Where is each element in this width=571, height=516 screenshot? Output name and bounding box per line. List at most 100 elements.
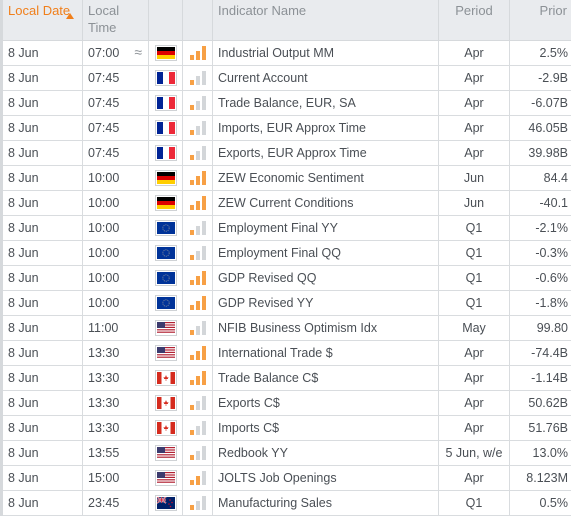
table-row[interactable]: 8 Jun 10:00 ZEW Current Conditions Jun -… [2,190,571,215]
column-header-indicator-name[interactable]: Indicator Name [213,0,439,40]
table-row[interactable]: 8 Jun 11:00 NFIB Business Optimism Idx M… [2,315,571,340]
flag-eu-icon [155,245,177,261]
impact-bar [196,401,200,410]
indicator-name-text[interactable]: International Trade $ [218,346,333,360]
indicator-name-text[interactable]: JOLTS Job Openings [218,471,337,485]
impact-bar [190,505,194,510]
indicator-name-text[interactable]: Current Account [218,71,308,85]
impact-cell [183,465,213,490]
table-row[interactable]: 8 Jun 10:00 GDP Revised QQ Q1 -0.6% [2,265,571,290]
approximate-time-icon: ≈ [134,44,142,60]
table-row[interactable]: 8 Jun 10:00 ZEW Economic Sentiment Jun 8… [2,165,571,190]
indicator-name-cell: Trade Balance, EUR, SA [213,90,439,115]
table-row[interactable]: 8 Jun 15:00 JOLTS Job Openings Apr 8.123… [2,465,571,490]
indicator-name-text[interactable]: ZEW Economic Sentiment [218,171,364,185]
period-text: Apr [464,371,483,385]
impact-bar [190,330,194,335]
indicator-name-text[interactable]: Trade Balance, EUR, SA [218,96,356,110]
time-text: 13:30 [88,421,119,435]
prior-cell: -2.9B [510,65,571,90]
impact-bar [190,280,194,285]
indicator-name-text[interactable]: GDP Revised YY [218,296,313,310]
time-text: 23:45 [88,496,119,510]
impact-bar [202,371,206,385]
indicator-name-text[interactable]: Exports, EUR Approx Time [218,146,367,160]
time-cell: 10:00 [83,165,149,190]
time-text: 10:00 [88,171,119,185]
flag-de-icon [155,195,177,211]
prior-cell: 0.5% [510,490,571,515]
column-header-local-date[interactable]: Local Date [2,0,83,40]
indicator-name-text[interactable]: GDP Revised QQ [218,271,316,285]
impact-cell [183,40,213,65]
prior-value-text: 39.98B [528,146,568,160]
impact-bars-icon [190,371,206,385]
prior-value-text: -0.6% [535,271,568,285]
time-text: 07:00 [88,46,119,60]
table-row[interactable]: 8 Jun 13:55 Redbook YY 5 Jun, w/e 13.0% [2,440,571,465]
impact-bar [202,221,206,235]
impact-bar [202,196,206,210]
date-cell: 8 Jun [2,365,83,390]
indicator-name-text[interactable]: Imports C$ [218,421,279,435]
table-row[interactable]: 8 Jun 13:30 Imports C$ Apr 51.76B [2,415,571,440]
time-cell: 10:00 [83,240,149,265]
prior-cell: -0.6% [510,265,571,290]
impact-bar [190,405,194,410]
column-header-impact[interactable] [183,0,213,40]
date-text: 8 Jun [8,296,39,310]
column-header-period[interactable]: Period [439,0,510,40]
prior-value-text: -1.8% [535,296,568,310]
time-text: 07:45 [88,71,119,85]
table-row[interactable]: 8 Jun 13:30 Exports C$ Apr 50.62B [2,390,571,415]
period-cell: 5 Jun, w/e [439,440,510,465]
date-cell: 8 Jun [2,115,83,140]
period-cell: May [439,315,510,340]
table-row[interactable]: 8 Jun 07:45 Current Account Apr -2.9B [2,65,571,90]
impact-bar [202,396,206,410]
impact-cell [183,165,213,190]
table-row[interactable]: 8 Jun 07:45 Imports, EUR Approx Time Apr… [2,115,571,140]
indicator-name-text[interactable]: Imports, EUR Approx Time [218,121,366,135]
indicator-name-text[interactable]: Employment Final YY [218,221,338,235]
date-cell: 8 Jun [2,215,83,240]
table-row[interactable]: 8 Jun 10:00 GDP Revised YY Q1 -1.8% [2,290,571,315]
indicator-name-text[interactable]: Exports C$ [218,396,280,410]
impact-bars-icon [190,421,206,435]
indicator-name-text[interactable]: NFIB Business Optimism Idx [218,321,377,335]
table-row[interactable]: 8 Jun 13:30 Trade Balance C$ Apr -1.14B [2,365,571,390]
impact-bar [190,380,194,385]
prior-cell: 50.62B [510,390,571,415]
table-row[interactable]: 8 Jun 07:45 Trade Balance, EUR, SA Apr -… [2,90,571,115]
table-row[interactable]: 8 Jun 13:30 International Trade $ Apr -7… [2,340,571,365]
table-row[interactable]: 8 Jun 07:45 Exports, EUR Approx Time Apr… [2,140,571,165]
period-text: Q1 [466,296,483,310]
column-header-label: Prior [540,3,567,18]
indicator-name-text[interactable]: Industrial Output MM [218,46,334,60]
table-row[interactable]: 8 Jun 10:00 Employment Final YY Q1 -2.1% [2,215,571,240]
column-header-country[interactable] [149,0,183,40]
impact-bar [196,301,200,310]
impact-bar [202,246,206,260]
indicator-name-text[interactable]: ZEW Current Conditions [218,196,353,210]
period-text: Q1 [466,221,483,235]
indicator-name-text[interactable]: Manufacturing Sales [218,496,332,510]
table-row[interactable]: 8 Jun 07:00≈ Industrial Output MM Apr 2.… [2,40,571,65]
period-text: Apr [464,346,483,360]
indicator-name-text[interactable]: Trade Balance C$ [218,371,318,385]
date-text: 8 Jun [8,421,39,435]
time-text: 07:45 [88,96,119,110]
impact-bar [196,126,200,135]
table-row[interactable]: 8 Jun 10:00 Employment Final QQ Q1 -0.3% [2,240,571,265]
impact-bar [196,176,200,185]
indicator-name-cell: Trade Balance C$ [213,365,439,390]
table-row[interactable]: 8 Jun 23:45 Manufacturing Sales Q1 0.5% [2,490,571,515]
column-header-prior[interactable]: Prior [510,0,571,40]
time-cell: 13:55 [83,440,149,465]
indicator-name-text[interactable]: Employment Final QQ [218,246,341,260]
date-cell: 8 Jun [2,490,83,515]
prior-cell: -6.07B [510,90,571,115]
column-header-local-time[interactable]: Local Time [83,0,149,40]
flag-ca-icon [155,420,177,436]
indicator-name-text[interactable]: Redbook YY [218,446,288,460]
